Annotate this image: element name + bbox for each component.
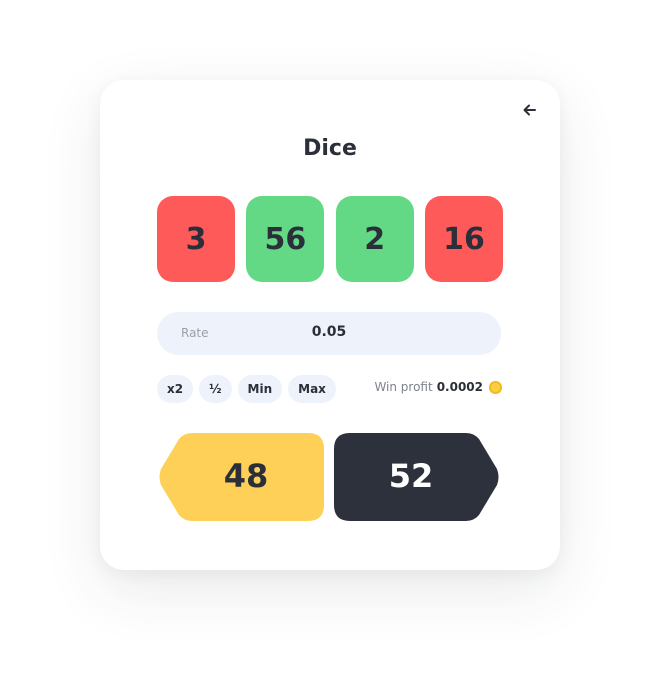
arrow-left-icon <box>523 104 536 116</box>
rate-value[interactable]: 0.05 <box>157 324 501 340</box>
dice-row: 3 56 2 16 <box>157 196 503 282</box>
back-button[interactable] <box>520 100 540 120</box>
rate-input[interactable]: Rate 0.05 <box>157 312 501 355</box>
die-2: 56 <box>246 196 325 282</box>
rate-modifier-chips: x2 ½ Min Max <box>157 375 336 403</box>
bet-high-label: 52 <box>388 457 434 495</box>
bet-low-button[interactable]: 48 <box>158 433 324 521</box>
double-rate-button[interactable]: x2 <box>157 375 194 403</box>
win-profit-amount: 0.0002 <box>436 380 483 394</box>
die-1: 3 <box>157 196 235 282</box>
dice-card: Dice 3 56 2 16 Rate 0.05 x2 ½ Min Max Wi… <box>100 80 560 570</box>
die-4: 16 <box>424 196 503 282</box>
win-profit: Win profit 0.0002 <box>374 380 502 394</box>
page-title: Dice <box>303 136 357 161</box>
die-3: 2 <box>335 196 414 282</box>
min-rate-button[interactable]: Min <box>237 375 283 403</box>
win-profit-label: Win profit <box>374 380 433 394</box>
bet-low-label: 48 <box>223 457 269 495</box>
half-rate-button[interactable]: ½ <box>199 375 232 403</box>
max-rate-button[interactable]: Max <box>288 375 336 403</box>
coin-icon <box>489 380 502 394</box>
bet-high-button[interactable]: 52 <box>334 433 500 521</box>
